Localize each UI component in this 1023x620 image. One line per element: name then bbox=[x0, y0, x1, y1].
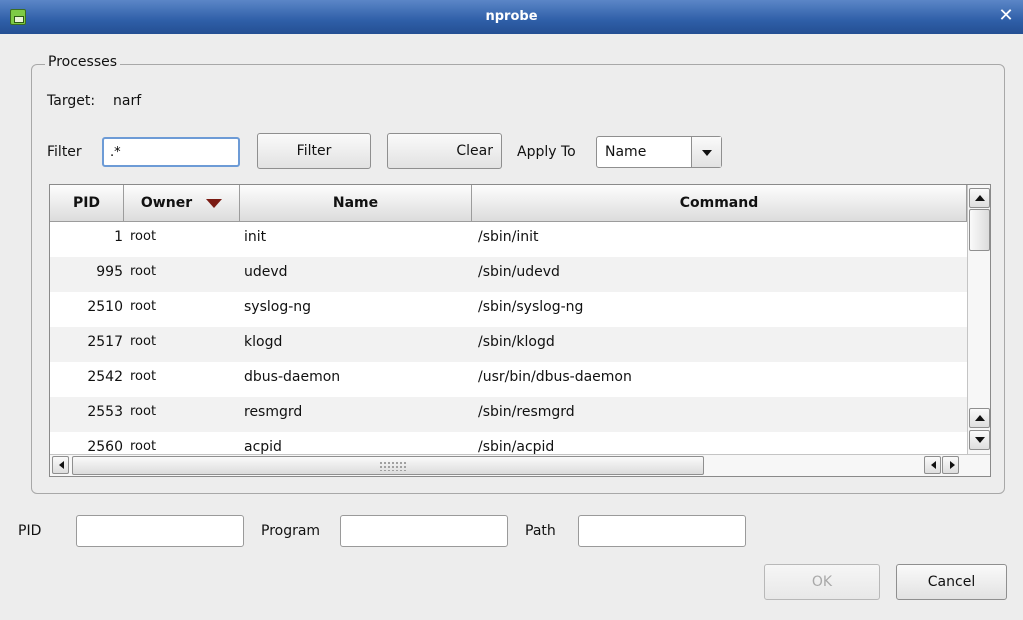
pid-label: PID bbox=[18, 523, 42, 539]
scroll-left-icon[interactable] bbox=[52, 456, 69, 474]
table-row[interactable]: 2553 root resmgrd /sbin/resmgrd bbox=[50, 397, 967, 432]
command-cell: /sbin/syslog-ng bbox=[478, 299, 584, 315]
scroll-left-icon[interactable] bbox=[924, 456, 941, 474]
command-cell: /sbin/acpid bbox=[478, 439, 555, 454]
horizontal-scroll-thumb[interactable] bbox=[72, 456, 704, 475]
path-label: Path bbox=[525, 523, 556, 539]
command-cell: /usr/bin/dbus-daemon bbox=[478, 369, 632, 385]
sort-descending-icon bbox=[206, 198, 223, 208]
clear-button[interactable]: Clear bbox=[387, 133, 502, 169]
filter-input[interactable] bbox=[102, 137, 240, 167]
scroll-down-icon[interactable] bbox=[969, 430, 990, 450]
filter-button[interactable]: Filter bbox=[257, 133, 371, 169]
table-row[interactable]: 2510 root syslog-ng /sbin/syslog-ng bbox=[50, 292, 967, 327]
apply-to-select[interactable]: Name bbox=[596, 136, 722, 168]
column-header-name-label: Name bbox=[332, 195, 379, 211]
scroll-up-icon[interactable] bbox=[969, 188, 990, 208]
table-body: 1 root init /sbin/init 995 root udevd /s… bbox=[50, 222, 967, 454]
name-cell: resmgrd bbox=[244, 404, 303, 420]
name-cell: acpid bbox=[244, 439, 282, 454]
pid-cell: 2517 bbox=[87, 334, 123, 350]
owner-cell: root bbox=[130, 229, 157, 244]
filter-label: Filter bbox=[47, 144, 82, 160]
scroll-right-icon[interactable] bbox=[942, 456, 959, 474]
vertical-scrollbar[interactable] bbox=[967, 185, 990, 454]
column-header-owner-label: Owner bbox=[140, 195, 193, 211]
pid-field[interactable] bbox=[76, 515, 244, 547]
processes-group-title: Processes bbox=[45, 54, 121, 70]
pid-cell: 1 bbox=[114, 229, 123, 245]
target-label: Target: bbox=[47, 93, 96, 109]
vertical-scroll-thumb[interactable] bbox=[969, 209, 990, 251]
path-field[interactable] bbox=[578, 515, 746, 547]
owner-cell: root bbox=[130, 299, 157, 314]
owner-cell: root bbox=[130, 264, 157, 279]
pid-cell: 2553 bbox=[87, 404, 123, 420]
column-header-pid-label: PID bbox=[72, 195, 101, 211]
table-row[interactable]: 2542 root dbus-daemon /usr/bin/dbus-daem… bbox=[50, 362, 967, 397]
grip-icon bbox=[379, 461, 407, 471]
column-header-command-label: Command bbox=[679, 195, 759, 211]
name-cell: init bbox=[244, 229, 267, 245]
target-value: narf bbox=[113, 93, 142, 109]
table-row[interactable]: 2560 root acpid /sbin/acpid bbox=[50, 432, 967, 454]
title-bar[interactable]: nprobe ✕ bbox=[0, 0, 1023, 34]
table-row[interactable]: 2517 root klogd /sbin/klogd bbox=[50, 327, 967, 362]
close-icon[interactable]: ✕ bbox=[997, 6, 1015, 26]
pid-cell: 2510 bbox=[87, 299, 123, 315]
column-header-pid[interactable]: PID bbox=[50, 185, 124, 222]
name-cell: udevd bbox=[244, 264, 288, 280]
program-field[interactable] bbox=[340, 515, 508, 547]
table-row[interactable]: 995 root udevd /sbin/udevd bbox=[50, 257, 967, 292]
owner-cell: root bbox=[130, 404, 157, 419]
table-header: PID Owner Name Command bbox=[50, 185, 967, 222]
owner-cell: root bbox=[130, 334, 157, 349]
process-table: PID Owner Name Command 1 root init /sbin… bbox=[49, 184, 991, 477]
name-cell: klogd bbox=[244, 334, 283, 350]
column-header-owner[interactable]: Owner bbox=[124, 185, 240, 222]
scroll-up-icon[interactable] bbox=[969, 408, 990, 428]
pid-cell: 2560 bbox=[87, 439, 123, 454]
horizontal-scrollbar[interactable] bbox=[50, 454, 990, 476]
command-cell: /sbin/init bbox=[478, 229, 539, 245]
nprobe-dialog: nprobe ✕ Processes Target: narf Filter F… bbox=[0, 0, 1023, 620]
window-title: nprobe bbox=[485, 9, 538, 24]
column-header-command[interactable]: Command bbox=[472, 185, 967, 222]
command-cell: /sbin/udevd bbox=[478, 264, 560, 280]
name-cell: syslog-ng bbox=[244, 299, 312, 315]
command-cell: /sbin/resmgrd bbox=[478, 404, 575, 420]
ok-button[interactable]: OK bbox=[764, 564, 880, 600]
chevron-down-icon[interactable] bbox=[691, 137, 721, 167]
name-cell: dbus-daemon bbox=[244, 369, 341, 385]
pid-cell: 995 bbox=[96, 264, 123, 280]
table-row[interactable]: 1 root init /sbin/init bbox=[50, 222, 967, 257]
column-header-name[interactable]: Name bbox=[240, 185, 472, 222]
apply-to-selected: Name bbox=[605, 144, 647, 160]
pid-cell: 2542 bbox=[87, 369, 123, 385]
owner-cell: root bbox=[130, 369, 157, 384]
apply-to-label: Apply To bbox=[517, 144, 576, 160]
cancel-button[interactable]: Cancel bbox=[896, 564, 1007, 600]
owner-cell: root bbox=[130, 439, 157, 454]
program-label: Program bbox=[261, 523, 321, 539]
command-cell: /sbin/klogd bbox=[478, 334, 555, 350]
